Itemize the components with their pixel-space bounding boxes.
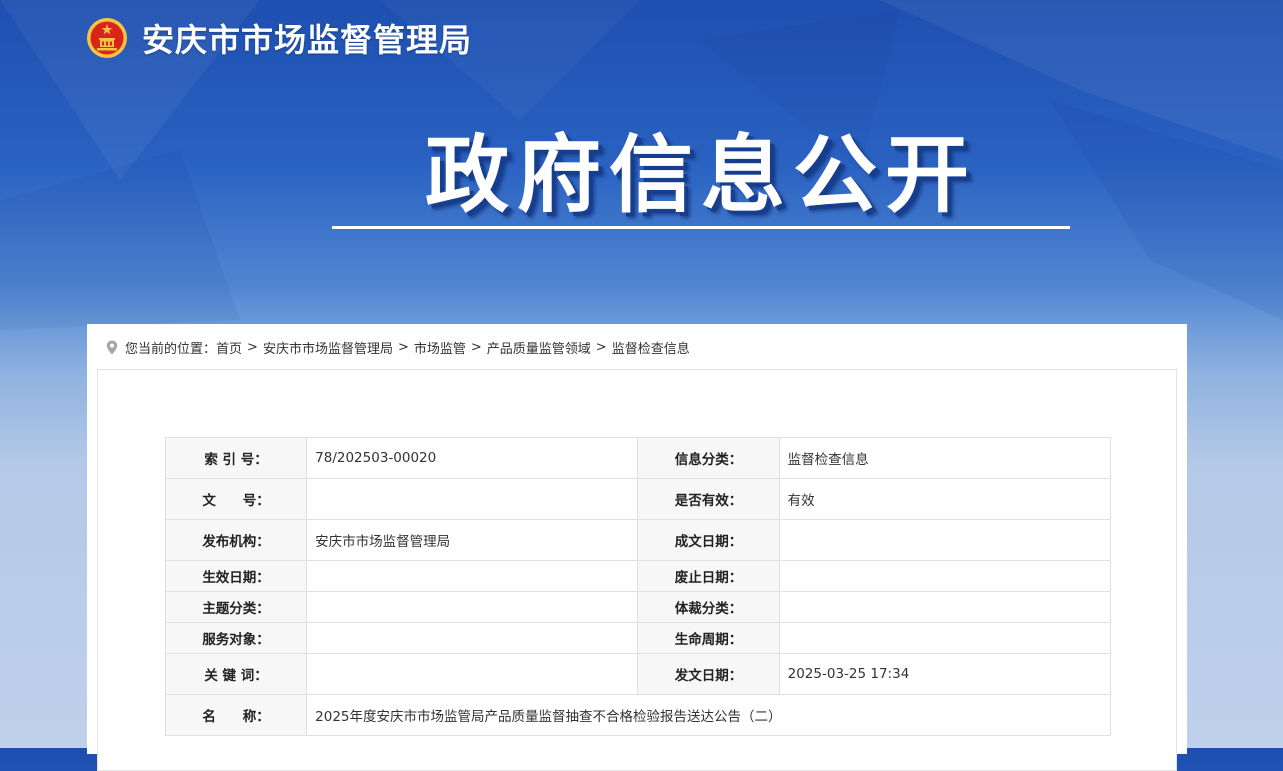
breadcrumb-separator: > xyxy=(595,340,607,355)
lifecycle-value xyxy=(778,622,1112,654)
pubdate-value: 2025-03-25 17:34 xyxy=(778,653,1112,695)
index-value: 78/202503-00020 xyxy=(306,437,639,479)
info-container: 索 引 号： 78/202503-00020 信息分类： 监督检查信息 文 号：… xyxy=(97,369,1177,771)
banner-title: 政府信息公开 xyxy=(424,126,977,224)
content-panel: 您当前的位置： 首页 > 安庆市市场监督管理局 > 市场监管 > 产品质量监管领… xyxy=(87,324,1187,771)
publisher-value: 安庆市市场监督管理局 xyxy=(306,519,639,561)
keywords-value xyxy=(306,653,639,695)
national-emblem-icon xyxy=(87,18,127,58)
genre-value xyxy=(778,591,1112,623)
breadcrumb-prefix: 您当前的位置： xyxy=(125,342,217,357)
table-row: 索 引 号： 78/202503-00020 信息分类： 监督检查信息 xyxy=(164,437,1112,479)
effective-date-value xyxy=(306,560,639,592)
table-row: 主题分类： 体裁分类： xyxy=(164,591,1112,623)
index-label: 索 引 号： xyxy=(164,437,308,479)
valid-value: 有效 xyxy=(778,478,1112,520)
breadcrumb-market-supervision[interactable]: 市场监管 xyxy=(414,338,466,357)
lifecycle-label: 生命周期： xyxy=(637,622,780,654)
keywords-label: 关 键 词： xyxy=(164,653,308,695)
created-date-value xyxy=(778,519,1112,561)
publisher-label: 发布机构： xyxy=(164,519,308,561)
site-title[interactable]: 安庆市市场监督管理局 xyxy=(142,15,472,61)
table-row: 服务对象： 生命周期： xyxy=(164,622,1112,654)
audience-label: 服务对象： xyxy=(164,622,308,654)
table-row: 文 号： 是否有效： 有效 xyxy=(164,478,1112,520)
table-row: 发布机构： 安庆市市场监督管理局 成文日期： xyxy=(164,519,1112,561)
genre-label: 体裁分类： xyxy=(637,591,780,623)
breadcrumb-inspection-info[interactable]: 监督检查信息 xyxy=(612,338,690,357)
breadcrumb-bureau[interactable]: 安庆市市场监督管理局 xyxy=(263,338,393,357)
breadcrumb-separator: > xyxy=(397,340,409,355)
breadcrumb-separator: > xyxy=(247,340,258,355)
topic-label: 主题分类： xyxy=(164,591,308,623)
category-label: 信息分类： xyxy=(637,437,780,479)
table-row: 生效日期： 废止日期： xyxy=(164,560,1112,592)
breadcrumb: 您当前的位置： 首页 > 安庆市市场监督管理局 > 市场监管 > 产品质量监管领… xyxy=(106,338,690,357)
effective-date-label: 生效日期： xyxy=(164,560,308,592)
table-row: 名 称： 2025年度安庆市市场监管局产品质量监督抽查不合格检验报告送达公告（二… xyxy=(164,694,1111,736)
topic-value xyxy=(306,591,639,623)
breadcrumb-home[interactable]: 首页 xyxy=(216,338,242,357)
title-value: 2025年度安庆市市场监管局产品质量监督抽查不合格检验报告送达公告（二） xyxy=(306,694,1111,736)
expiry-date-label: 废止日期： xyxy=(637,560,780,592)
expiry-date-value xyxy=(778,560,1112,592)
title-label: 名 称： xyxy=(164,694,308,736)
docno-value xyxy=(306,478,639,520)
banner-divider xyxy=(332,226,1070,229)
info-table: 索 引 号： 78/202503-00020 信息分类： 监督检查信息 文 号：… xyxy=(164,437,1112,736)
category-value: 监督检查信息 xyxy=(778,437,1112,479)
site-header: 安庆市市场监督管理局 xyxy=(86,14,472,62)
created-date-label: 成文日期： xyxy=(637,519,780,561)
table-row: 关 键 词： 发文日期： 2025-03-25 17:34 xyxy=(164,653,1112,695)
breadcrumb-separator: > xyxy=(470,340,482,355)
audience-value xyxy=(306,622,639,654)
docno-label: 文 号： xyxy=(164,478,308,520)
location-pin-icon xyxy=(106,340,118,355)
pubdate-label: 发文日期： xyxy=(637,653,780,695)
breadcrumb-product-quality[interactable]: 产品质量监管领域 xyxy=(487,338,591,357)
valid-label: 是否有效： xyxy=(637,478,780,520)
